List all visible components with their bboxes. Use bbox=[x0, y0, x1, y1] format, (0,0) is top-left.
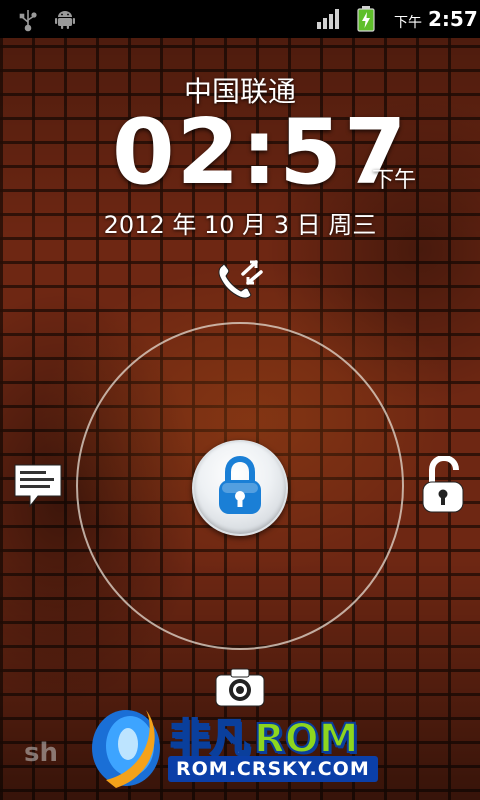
watermark-url: ROM.CRSKY.COM bbox=[168, 756, 378, 782]
status-time: 2:57 bbox=[428, 7, 478, 31]
clock-ampm: 下午 bbox=[372, 168, 417, 193]
lock-clock: 02:57 bbox=[112, 100, 409, 205]
android-debug-icon bbox=[54, 8, 76, 34]
lock-handle[interactable] bbox=[192, 440, 288, 536]
battery-charging-icon bbox=[356, 6, 376, 36]
watermark: sh 非凡 ROM ROM.CRSKY.COM bbox=[0, 694, 480, 800]
brand-logo-icon bbox=[86, 700, 170, 796]
signal-icon bbox=[316, 8, 342, 34]
lock-icon bbox=[219, 456, 261, 514]
usb-icon bbox=[18, 8, 38, 36]
message-icon[interactable] bbox=[12, 462, 64, 514]
phone-icon[interactable] bbox=[214, 258, 266, 306]
unlock-icon[interactable] bbox=[420, 454, 466, 520]
lock-date: 2012 年 10 月 3 日 周三 bbox=[103, 211, 377, 239]
watermark-left-text: sh bbox=[24, 738, 58, 768]
status-bar: 下午 2:57 bbox=[0, 0, 480, 38]
status-ampm: 下午 bbox=[394, 15, 422, 31]
